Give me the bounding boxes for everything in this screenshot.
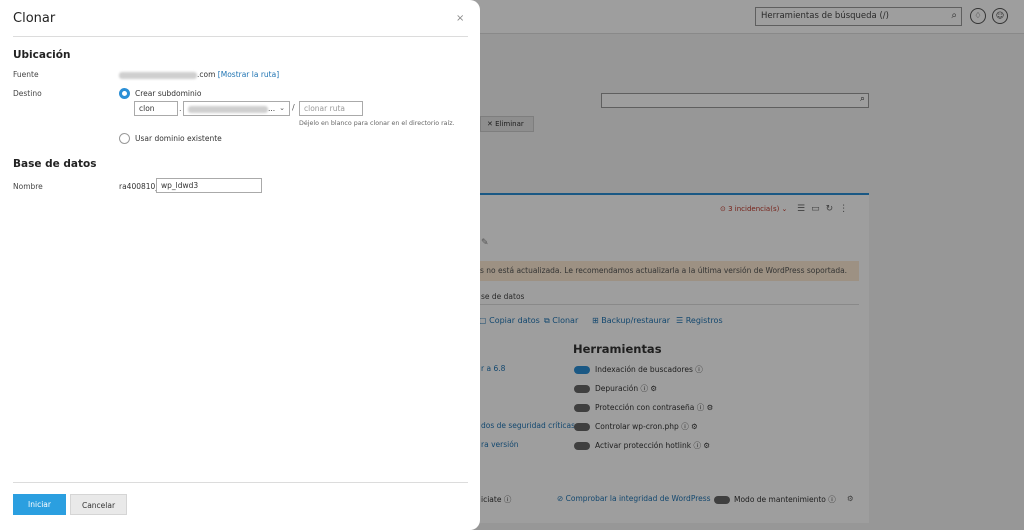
dot-separator: . bbox=[179, 104, 182, 113]
redacted-domain bbox=[188, 105, 268, 113]
source-value: .com [Mostrar la ruta] bbox=[119, 70, 279, 79]
create-subdomain-label: Crear subdominio bbox=[135, 89, 202, 98]
chevron-down-icon: ⌄ bbox=[279, 104, 285, 112]
create-subdomain-radio[interactable] bbox=[119, 88, 130, 99]
clone-path-placeholder: clonar ruta bbox=[304, 104, 345, 113]
subdomain-value: clon bbox=[139, 104, 155, 113]
path-hint: Déjelo en blanco para clonar en el direc… bbox=[299, 120, 455, 127]
use-existing-domain-radio[interactable] bbox=[119, 133, 130, 144]
footer-divider bbox=[13, 482, 468, 483]
source-label: Fuente bbox=[13, 70, 39, 79]
header-divider bbox=[13, 36, 468, 37]
db-name-label: Nombre bbox=[13, 182, 43, 191]
db-name-value: wp_ldwd3 bbox=[161, 181, 199, 190]
show-path-link[interactable]: [Mostrar la ruta] bbox=[218, 70, 279, 79]
database-section-title: Base de datos bbox=[13, 158, 97, 170]
subdomain-input[interactable]: clon bbox=[134, 101, 178, 116]
location-section-title: Ubicación bbox=[13, 49, 71, 61]
source-suffix: .com bbox=[197, 70, 216, 79]
cancel-button[interactable]: Cancelar bbox=[70, 494, 127, 515]
destination-label: Destino bbox=[13, 89, 42, 98]
clone-dialog: Clonar × Ubicación Fuente .com [Mostrar … bbox=[0, 0, 480, 530]
dialog-title: Clonar bbox=[13, 11, 56, 26]
domain-select[interactable]: ... ⌄ bbox=[183, 101, 290, 116]
start-button[interactable]: Iniciar bbox=[13, 494, 66, 515]
domain-select-value: ... bbox=[268, 104, 276, 113]
redacted-domain bbox=[119, 71, 197, 79]
use-existing-domain-label: Usar dominio existente bbox=[135, 134, 222, 143]
db-name-input[interactable]: wp_ldwd3 bbox=[156, 178, 262, 193]
slash-separator: / bbox=[292, 103, 295, 112]
db-prefix: ra400810_ bbox=[119, 182, 160, 191]
clone-path-input[interactable]: clonar ruta bbox=[299, 101, 363, 116]
close-icon[interactable]: × bbox=[456, 13, 464, 24]
